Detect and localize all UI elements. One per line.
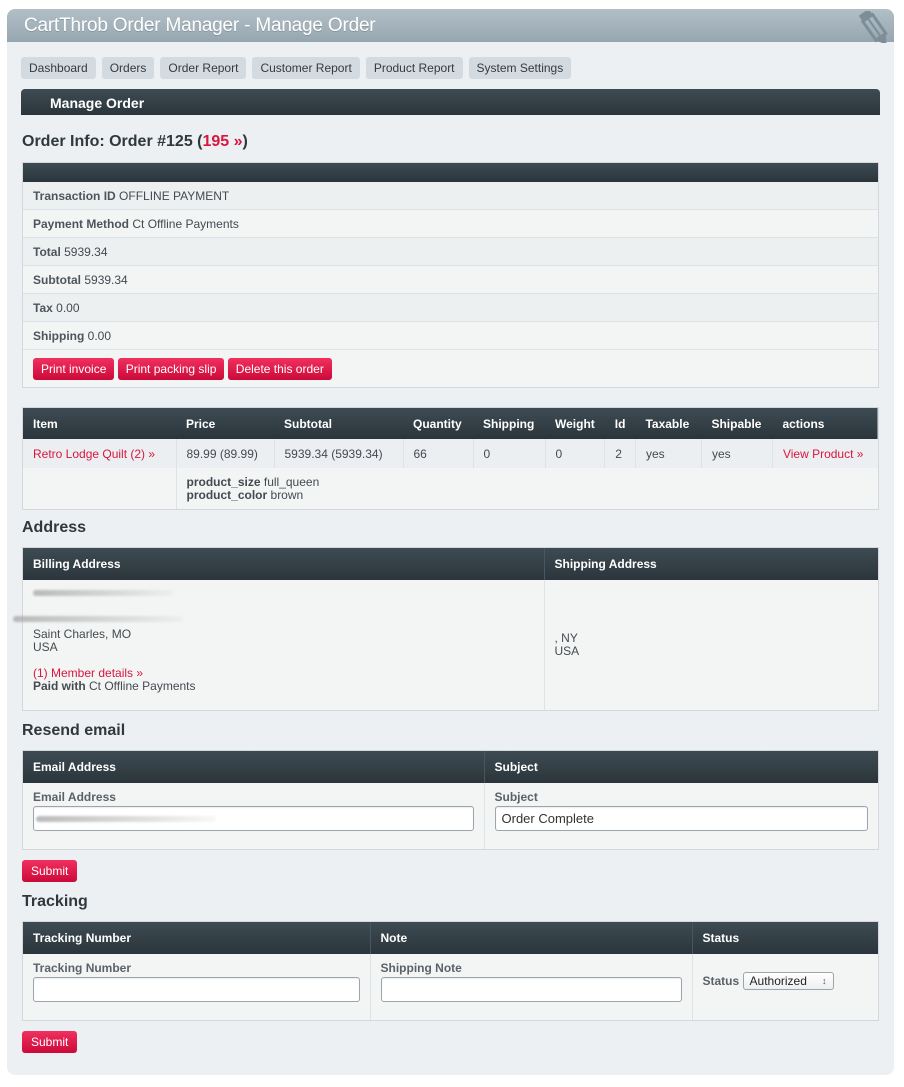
- tracking-number-input[interactable]: [33, 977, 360, 1002]
- resend-email-table: Email Address Subject Email Address Subj…: [22, 750, 879, 850]
- status-select[interactable]: Authorized ↕: [742, 972, 834, 990]
- items-header-row: Item Price Subtotal Quantity Shipping We…: [23, 408, 878, 439]
- tracking-table: Tracking Number Note Status Tracking Num…: [22, 921, 879, 1021]
- tracking-number-label: Tracking Number: [33, 961, 132, 975]
- app-window: CartThrob Order Manager - Manage Order D…: [7, 9, 894, 1075]
- col-weight: Weight: [555, 416, 595, 431]
- item-subtotal: 5939.34 (5939.34): [274, 439, 404, 468]
- item-quantity: 66: [403, 439, 474, 468]
- subject-input[interactable]: Order Complete: [494, 806, 868, 831]
- item-shipable: yes: [701, 439, 773, 468]
- col-actions: actions: [782, 416, 825, 431]
- info-row-transaction-id: Transaction ID OFFLINE PAYMENT: [23, 182, 878, 210]
- item-price: 89.99 (89.99): [176, 439, 275, 468]
- print-packing-slip-button[interactable]: Print packing slip: [117, 358, 225, 380]
- col-shipable: Shipable: [711, 416, 762, 431]
- order-info-table: Transaction ID OFFLINE PAYMENT Payment M…: [22, 162, 879, 388]
- status-header: Status: [702, 931, 740, 945]
- nav-orders[interactable]: Orders: [101, 57, 155, 79]
- shipping-note-label: Shipping Note: [380, 961, 462, 975]
- col-taxable: Taxable: [645, 416, 690, 431]
- order-info-header: [23, 163, 878, 182]
- nav-dashboard[interactable]: Dashboard: [21, 57, 96, 79]
- order-info-heading: Order Info: Order #125 (195 »): [22, 133, 248, 150]
- redacted-email: [36, 816, 216, 822]
- shipping-address-header: Shipping Address: [554, 557, 657, 571]
- item-link[interactable]: Retro Lodge Quilt (2) »: [33, 447, 155, 461]
- shipping-note-input[interactable]: [380, 977, 682, 1002]
- resend-email-heading: Resend email: [22, 722, 126, 739]
- billing-country: USA: [33, 640, 58, 654]
- item-taxable: yes: [635, 439, 702, 468]
- section-bar: Manage Order: [21, 89, 880, 115]
- tracking-heading: Tracking: [22, 893, 88, 910]
- col-item: Item: [33, 416, 58, 431]
- subject-label: Subject: [494, 790, 538, 804]
- order-info-rows: Transaction ID OFFLINE PAYMENT Payment M…: [23, 182, 878, 350]
- order-link[interactable]: 195 »: [203, 133, 243, 150]
- delete-order-button[interactable]: Delete this order: [227, 358, 332, 380]
- section-title: Manage Order: [50, 95, 145, 111]
- subject-header: Subject: [494, 760, 538, 774]
- order-actions: Print invoice Print packing slip Delete …: [23, 350, 878, 387]
- email-input[interactable]: [33, 806, 474, 831]
- item-weight: 0: [545, 439, 606, 468]
- info-row-payment-method: Payment Method Ct Offline Payments: [23, 210, 878, 238]
- items-table: Item Price Subtotal Quantity Shipping We…: [22, 407, 879, 510]
- nav-order-report[interactable]: Order Report: [160, 57, 247, 79]
- note-header: Note: [370, 922, 693, 954]
- redacted-street: [13, 616, 183, 622]
- view-product-link[interactable]: View Product »: [783, 447, 864, 461]
- item-options: product_size full_queen product_color br…: [176, 468, 878, 509]
- col-quantity: Quantity: [413, 416, 462, 431]
- info-row-total: Total 5939.34: [23, 238, 878, 266]
- info-row-subtotal: Subtotal 5939.34: [23, 266, 878, 294]
- resend-email-submit-button[interactable]: Submit: [22, 860, 78, 882]
- email-label: Email Address: [33, 790, 116, 804]
- paid-with: Paid with Ct Offline Payments: [33, 679, 196, 693]
- billing-address-header: Billing Address: [23, 548, 545, 580]
- info-row-tax: Tax 0.00: [23, 294, 878, 322]
- billing-address: Saint Charles, MO USA (1) Member details…: [13, 580, 545, 710]
- item-options-row: product_size full_queen product_color br…: [23, 468, 878, 509]
- status-label: Status: [702, 974, 740, 988]
- email-address-header: Email Address: [23, 751, 485, 783]
- main-nav: Dashboard Orders Order Report Customer R…: [21, 57, 572, 79]
- tracking-submit-button[interactable]: Submit: [22, 1031, 78, 1053]
- address-table: Billing Address Shipping Address Saint C…: [13, 547, 879, 711]
- option-color: product_color brown: [186, 487, 304, 502]
- nav-system-settings[interactable]: System Settings: [468, 57, 572, 79]
- redacted-name: [33, 590, 173, 596]
- address-heading: Address: [22, 519, 87, 536]
- title-bar: CartThrob Order Manager - Manage Order: [7, 9, 894, 43]
- col-shipping: Shipping: [483, 416, 535, 431]
- col-price: Price: [186, 416, 216, 431]
- nav-customer-report[interactable]: Customer Report: [252, 57, 360, 79]
- shipping-country: USA: [554, 644, 580, 658]
- col-id: Id: [614, 416, 626, 431]
- member-details-link[interactable]: (1) Member details »: [33, 666, 143, 680]
- table-row: Retro Lodge Quilt (2) » 89.99 (89.99) 59…: [23, 439, 878, 468]
- tracking-number-header: Tracking Number: [23, 922, 371, 954]
- shipping-address: , NY USA: [544, 580, 878, 710]
- pencil-icon: [858, 11, 888, 43]
- select-arrows-icon: ↕: [822, 976, 827, 986]
- window-title: CartThrob Order Manager - Manage Order: [24, 15, 376, 36]
- item-shipping: 0: [473, 439, 546, 468]
- shipping-city-state: , NY: [554, 631, 578, 645]
- billing-city-state: Saint Charles, MO: [33, 627, 132, 641]
- nav-product-report[interactable]: Product Report: [365, 57, 463, 79]
- info-row-shipping: Shipping 0.00: [23, 322, 878, 350]
- print-invoice-button[interactable]: Print invoice: [33, 358, 115, 380]
- item-id: 2: [604, 439, 636, 468]
- col-subtotal: Subtotal: [284, 416, 332, 431]
